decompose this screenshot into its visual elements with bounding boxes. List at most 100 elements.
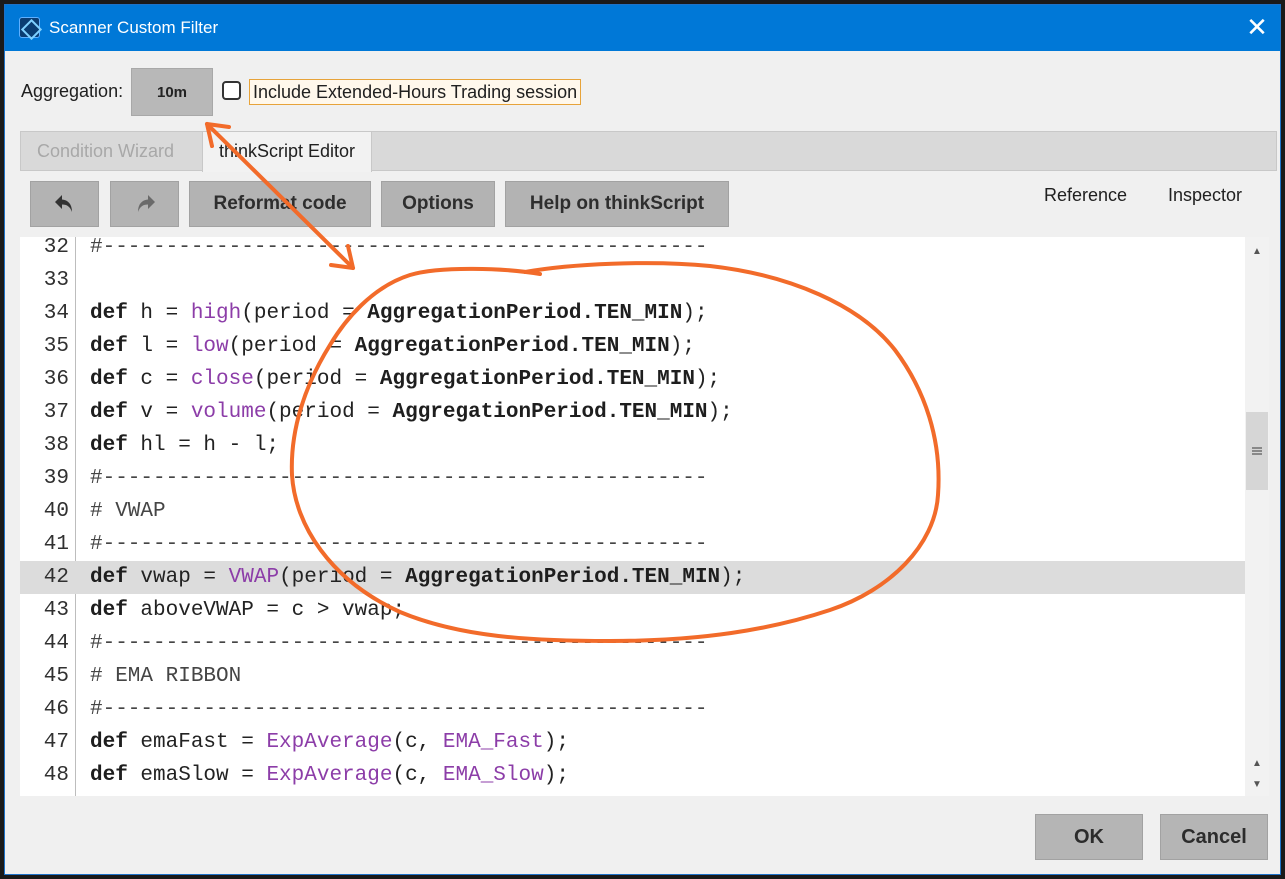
code-token: (period = (241, 302, 368, 325)
code-line[interactable]: 39 #-------------------------------------… (20, 462, 1245, 495)
code-text[interactable]: #---------------------------------------… (90, 528, 708, 561)
code-line[interactable]: 38 def hl = h - l; (20, 429, 1245, 462)
reformat-code-button[interactable]: Reformat code (189, 181, 371, 227)
code-editor[interactable]: 32 #-------------------------------------… (20, 237, 1245, 796)
code-line[interactable]: 44 #-------------------------------------… (20, 627, 1245, 660)
line-number: 48 (43, 764, 69, 787)
code-text[interactable]: def h = high(period = AggregationPeriod.… (90, 297, 708, 330)
code-text[interactable]: def l = low(period = AggregationPeriod.T… (90, 330, 695, 363)
options-button[interactable]: Options (381, 181, 495, 227)
inspector-link[interactable]: Inspector (1168, 185, 1242, 206)
code-text[interactable]: def v = volume(period = AggregationPerio… (90, 396, 733, 429)
code-token: l = (127, 335, 191, 358)
code-line[interactable]: 37 def v = volume(period = AggregationPer… (20, 396, 1245, 429)
code-token: ); (707, 401, 733, 424)
line-number: 45 (43, 665, 69, 688)
code-token: ); (694, 368, 721, 391)
code-text[interactable]: def emaFast = ExpAverage(c, EMA_Fast); (90, 726, 569, 759)
code-token: def (90, 599, 128, 622)
line-number: 36 (43, 368, 69, 391)
code-line[interactable]: 47 def emaFast = ExpAverage(c, EMA_Fast); (20, 726, 1245, 759)
code-text[interactable]: #---------------------------------------… (90, 237, 708, 264)
code-text[interactable]: def hl = h - l; (90, 429, 279, 462)
code-text[interactable]: def aboveVWAP = c > vwap; (90, 594, 405, 627)
editor-scrollbar[interactable]: ▲ ▲ ▼ (1245, 237, 1269, 796)
code-token: ExpAverage (266, 731, 393, 754)
scroll-up-arrow-icon[interactable]: ▲ (1251, 247, 1263, 257)
line-number: 40 (43, 500, 69, 523)
code-line[interactable]: 34 def h = high(period = AggregationPerio… (20, 297, 1245, 330)
code-token: ); (669, 335, 695, 358)
scanner-custom-filter-dialog: Scanner Custom Filter ✕ Aggregation: 10m… (4, 4, 1281, 875)
code-token: h = (127, 302, 191, 325)
code-line[interactable]: 33 (20, 264, 1245, 297)
code-text[interactable]: #---------------------------------------… (90, 462, 708, 495)
scrollbar-thumb[interactable] (1246, 412, 1268, 490)
cancel-button[interactable]: Cancel (1160, 814, 1268, 860)
code-token: (period = (228, 335, 355, 358)
code-line[interactable]: 46 #-------------------------------------… (20, 693, 1245, 726)
code-token: EMA_Fast (442, 731, 544, 754)
code-line[interactable]: 32 #-------------------------------------… (20, 237, 1245, 264)
code-token: #---------------------------------------… (90, 533, 708, 556)
code-token: (period = (266, 401, 393, 424)
code-line[interactable]: 45 # EMA RIBBON (20, 660, 1245, 693)
line-number: 39 (43, 467, 69, 490)
line-number: 35 (43, 335, 69, 358)
code-line[interactable]: 43 def aboveVWAP = c > vwap; (20, 594, 1245, 627)
code-token: #---------------------------------------… (90, 632, 708, 655)
code-token: def (90, 302, 128, 325)
scroll-down-arrow-icon[interactable]: ▼ (1251, 780, 1263, 790)
scroll-up-arrow-icon-lower[interactable]: ▲ (1251, 759, 1263, 769)
aggregation-button[interactable]: 10m (131, 68, 213, 116)
code-line[interactable]: 35 def l = low(period = AggregationPeriod… (20, 330, 1245, 363)
window-title: Scanner Custom Filter (49, 18, 219, 37)
line-number: 32 (43, 237, 69, 259)
code-token: (c, (392, 731, 443, 754)
tab-condition-wizard[interactable]: Condition Wizard (21, 132, 190, 170)
code-text[interactable]: #---------------------------------------… (90, 627, 708, 660)
code-line[interactable]: 36 def c = close(period = AggregationPeri… (20, 363, 1245, 396)
extended-hours-checkbox[interactable] (222, 81, 241, 100)
code-token: AggregationPeriod.TEN_MIN (405, 566, 721, 589)
code-token: def (90, 368, 128, 391)
tab-thinkscript-editor[interactable]: thinkScript Editor (202, 132, 373, 172)
code-token: def (90, 434, 128, 457)
line-number: 37 (43, 401, 69, 424)
code-text[interactable]: # VWAP (90, 495, 166, 528)
code-token: ); (543, 764, 569, 787)
close-button[interactable]: ✕ (1240, 11, 1274, 45)
code-text[interactable]: # EMA RIBBON (90, 660, 241, 693)
redo-button[interactable] (110, 181, 179, 227)
line-number: 33 (43, 269, 69, 292)
code-line[interactable]: 40 # VWAP (20, 495, 1245, 528)
code-line[interactable]: 41 #-------------------------------------… (20, 528, 1245, 561)
line-number: 46 (43, 698, 69, 721)
code-text[interactable]: #---------------------------------------… (90, 693, 708, 726)
line-number: 38 (43, 434, 69, 457)
code-text[interactable]: def c = close(period = AggregationPeriod… (90, 363, 720, 396)
ok-button[interactable]: OK (1035, 814, 1143, 860)
code-token: (c, (392, 764, 443, 787)
code-token: AggregationPeriod.TEN_MIN (392, 401, 708, 424)
code-token: aboveVWAP = c > vwap; (127, 599, 406, 622)
code-line[interactable]: 42 def vwap = VWAP(period = AggregationPe… (20, 561, 1245, 594)
code-token: high (190, 302, 242, 325)
redo-arrow-icon (137, 195, 155, 212)
undo-arrow-icon (54, 195, 72, 212)
help-on-thinkscript-button[interactable]: Help on thinkScript (505, 181, 729, 227)
app-logo-icon (19, 17, 40, 38)
code-token: #---------------------------------------… (90, 467, 708, 490)
extended-hours-label[interactable]: Include Extended-Hours Trading session (249, 79, 582, 105)
code-text[interactable]: def emaSlow = ExpAverage(c, EMA_Slow); (90, 759, 569, 792)
code-token: def (90, 401, 128, 424)
reference-link[interactable]: Reference (1044, 185, 1127, 206)
code-token: v = (127, 401, 191, 424)
title-bar[interactable]: Scanner Custom Filter ✕ (5, 5, 1280, 51)
undo-button[interactable] (30, 181, 99, 227)
code-token: emaFast = (127, 731, 267, 754)
code-token: #---------------------------------------… (90, 698, 708, 721)
code-line[interactable]: 48 def emaSlow = ExpAverage(c, EMA_Slow); (20, 759, 1245, 792)
code-text[interactable]: def vwap = VWAP(period = AggregationPeri… (90, 561, 745, 594)
code-token: # EMA RIBBON (90, 665, 242, 688)
